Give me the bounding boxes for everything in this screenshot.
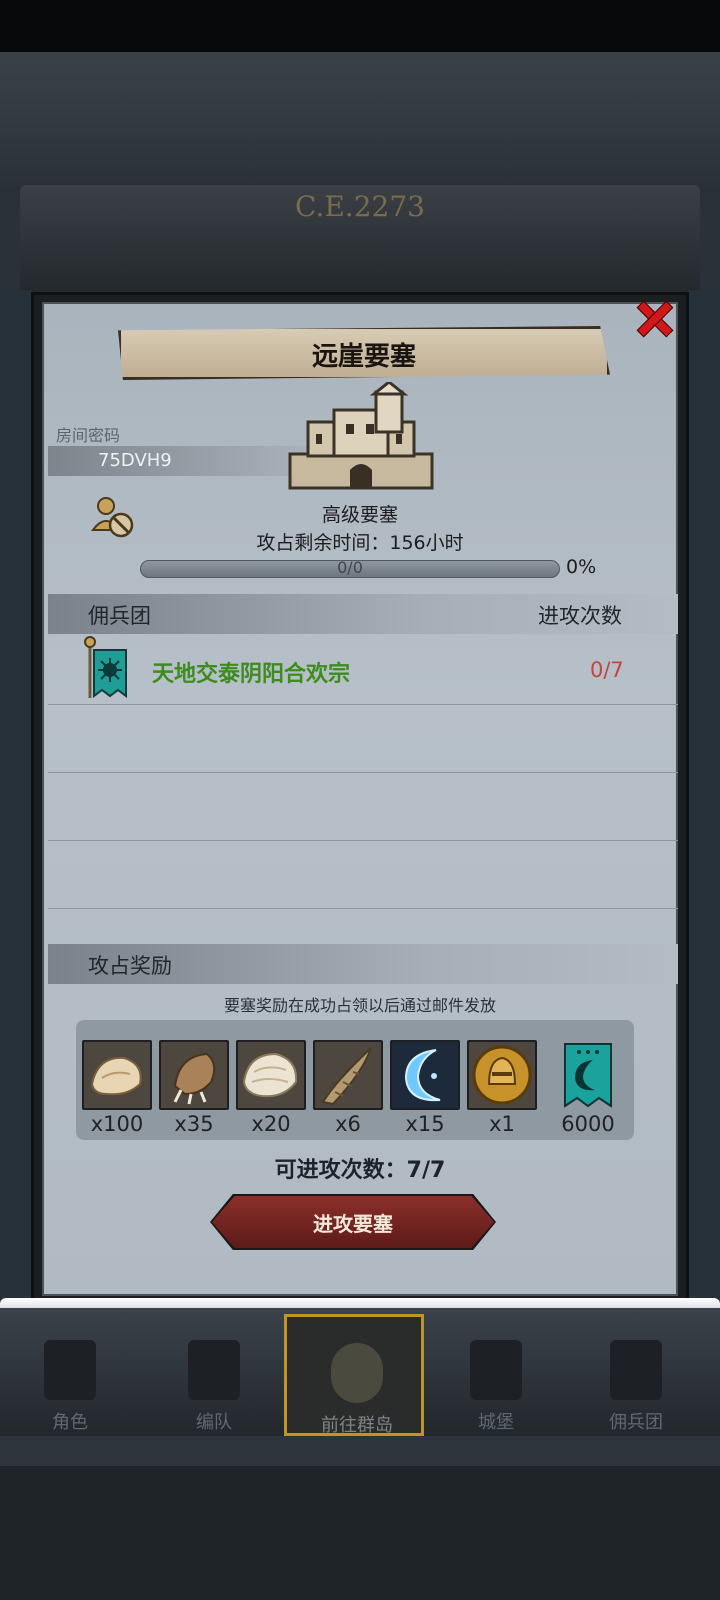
claw-icon <box>159 1040 229 1110</box>
nav-tab-castle[interactable]: 城堡 <box>426 1314 566 1436</box>
reward-quantity: x1 <box>489 1112 515 1136</box>
guild-attack-count: 0/7 <box>590 658 624 682</box>
remaining-time: 攻占剩余时间：156小时 <box>256 532 464 554</box>
castle-icon <box>470 1340 522 1400</box>
white-fur-icon <box>236 1040 306 1110</box>
background-top <box>0 52 720 192</box>
capture-progress-text: 0/0 <box>337 558 363 577</box>
dialog-title: 远崖要塞 <box>311 342 416 372</box>
reward-item[interactable]: x35 <box>159 1040 229 1136</box>
capture-progress-percent: 0% <box>566 556 597 578</box>
background-right <box>688 290 720 1310</box>
formation-icon <box>188 1340 240 1400</box>
reward-quantity: 6000 <box>561 1112 615 1136</box>
blue-crescent-icon <box>390 1040 460 1110</box>
reward-item[interactable]: x20 <box>236 1040 306 1136</box>
character-icon <box>44 1340 96 1400</box>
row-divider <box>48 840 678 841</box>
nav-tab-mercenary[interactable]: 佣兵团 <box>566 1314 706 1436</box>
room-code-strip <box>48 446 308 476</box>
rewards-title: 攻占奖励 <box>88 954 172 978</box>
fortress-castle-icon <box>288 380 434 492</box>
nav-tab-label: 佣兵团 <box>609 1412 663 1433</box>
rewards-note: 要塞奖励在成功占领以后通过邮件发放 <box>223 996 496 1015</box>
attack-fortress-label[interactable]: 进攻要塞 <box>212 1208 494 1237</box>
mercenary-icon <box>610 1340 662 1400</box>
reward-item[interactable]: x100 <box>82 1040 152 1136</box>
close-button[interactable] <box>630 294 678 342</box>
status-bar-area <box>0 0 720 52</box>
attacks-column-title: 进攻次数 <box>538 604 622 628</box>
knight-helmet-coin-icon <box>467 1040 537 1110</box>
reward-item[interactable]: x1 <box>467 1040 537 1136</box>
nav-tab-label: 编队 <box>196 1412 232 1433</box>
nav-tab-formation[interactable]: 编队 <box>144 1314 284 1436</box>
room-code-value[interactable]: 75DVH9 <box>98 450 172 471</box>
reward-item[interactable]: x6 <box>313 1040 383 1136</box>
guild-flag-icon <box>82 636 130 700</box>
fortress-type: 高级要塞 <box>321 504 398 526</box>
nav-tab-islands[interactable]: 前往群岛 <box>284 1314 424 1436</box>
reward-item[interactable]: 6000 <box>553 1040 623 1136</box>
globe-compass-icon <box>331 1343 383 1403</box>
bottom-area <box>0 1466 720 1600</box>
available-attack-count: 可进攻次数：7/7 <box>274 1158 446 1183</box>
guild-name[interactable]: 天地交泰阴阳合欢宗 <box>152 656 350 688</box>
fur-pelt-icon <box>82 1040 152 1110</box>
nav-tab-character[interactable]: 角色 <box>0 1314 140 1436</box>
room-code-label: 房间密码 <box>56 426 121 445</box>
guild-banner-icon <box>553 1040 623 1110</box>
background-left <box>0 290 32 1310</box>
row-divider <box>48 908 678 909</box>
no-visitors-icon[interactable] <box>90 494 136 540</box>
mercenary-column-title: 佣兵团 <box>88 604 151 628</box>
horn-icon <box>313 1040 383 1110</box>
reward-item[interactable]: x15 <box>390 1040 460 1136</box>
row-divider <box>48 704 678 705</box>
row-divider <box>48 772 678 773</box>
nav-tab-label: 城堡 <box>478 1412 514 1433</box>
nav-tab-label: 前往群岛 <box>321 1415 393 1436</box>
era-label: C.E.2273 <box>295 190 425 223</box>
nav-tab-label: 角色 <box>52 1412 88 1433</box>
